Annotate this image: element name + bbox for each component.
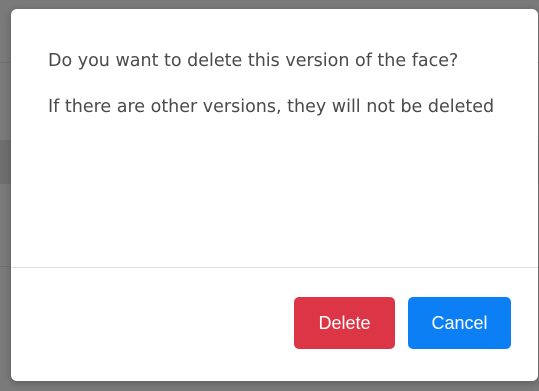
delete-button[interactable]: Delete	[294, 297, 395, 349]
dialog-note: If there are other versions, they will n…	[48, 97, 495, 117]
dialog-message: Do you want to delete this version of th…	[48, 51, 459, 71]
dialog-footer-divider	[11, 267, 538, 268]
cancel-button[interactable]: Cancel	[408, 297, 511, 349]
confirm-delete-dialog: Do you want to delete this version of th…	[11, 9, 538, 381]
dialog-body: Do you want to delete this version of th…	[48, 45, 518, 124]
